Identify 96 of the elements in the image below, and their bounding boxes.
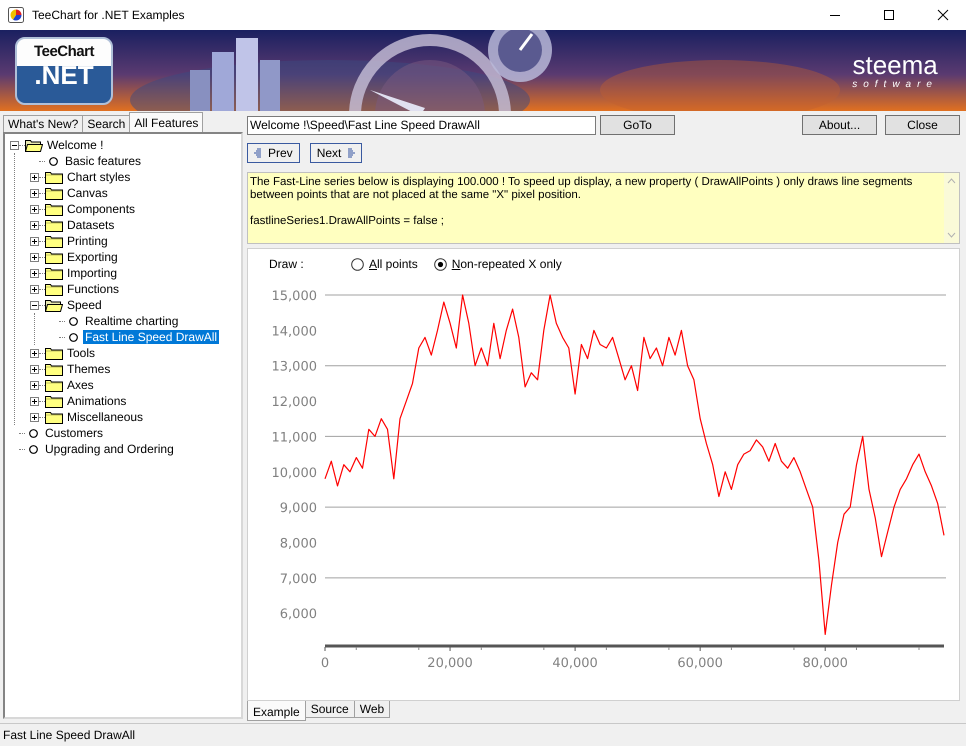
open-folder-icon	[45, 298, 63, 312]
tree-item[interactable]: Axes	[65, 378, 96, 392]
tree-item[interactable]: Basic features	[63, 154, 144, 168]
close-button[interactable]: Close	[885, 115, 960, 135]
folder-icon	[45, 362, 63, 376]
folder-icon	[45, 250, 63, 264]
expand-icon[interactable]	[30, 188, 39, 198]
folder-icon	[45, 186, 63, 200]
circle-icon	[29, 428, 38, 438]
folder-icon	[45, 282, 63, 296]
folder-icon	[45, 218, 63, 232]
circle-icon	[69, 316, 78, 326]
y-tick-label: 6,000	[280, 607, 317, 622]
circle-icon	[49, 156, 58, 166]
y-tick-label: 10,000	[272, 466, 317, 481]
tree-item[interactable]: Printing	[65, 234, 110, 248]
about-button[interactable]: About...	[802, 115, 877, 135]
expand-icon[interactable]	[30, 364, 39, 374]
tree-item[interactable]: Datasets	[65, 218, 116, 232]
app-icon	[8, 7, 24, 23]
close-icon[interactable]	[937, 9, 949, 21]
expand-icon[interactable]	[30, 348, 39, 358]
expand-icon[interactable]	[30, 236, 39, 246]
collapse-icon[interactable]	[30, 300, 39, 310]
folder-icon	[45, 202, 63, 216]
folder-icon	[45, 394, 63, 408]
y-tick-label: 7,000	[280, 572, 317, 587]
x-tick-label: 0	[320, 656, 330, 671]
y-tick-label: 13,000	[272, 360, 317, 375]
tab[interactable]: Example	[247, 701, 306, 721]
description-text: The Fast-Line series below is displaying 100.000 ! To speed up display, a new property ( DrawAllPoints ) only draws line segments between points that are not placed at the same "X" pixel position.	[250, 176, 914, 202]
expand-icon[interactable]	[30, 380, 39, 390]
y-tick-label: 14,000	[272, 324, 317, 340]
goto-button[interactable]: GoTo	[600, 115, 675, 135]
draw-label: Draw :	[269, 257, 305, 271]
open-folder-icon	[25, 138, 43, 152]
tree-item[interactable]: Chart styles	[65, 170, 132, 184]
radio-option[interactable]: All points	[351, 257, 418, 271]
x-tick-label: 40,000	[552, 656, 598, 671]
tree-item[interactable]: Importing	[65, 266, 120, 280]
tree-item[interactable]: Canvas	[65, 186, 110, 200]
logo-text: .NET	[34, 60, 94, 90]
tree-item[interactable]: Miscellaneous	[65, 410, 146, 424]
prev-button[interactable]: Prev	[247, 143, 300, 163]
circle-icon	[29, 444, 38, 454]
x-tick-label: 20,000	[427, 656, 473, 671]
x-tick-label: 60,000	[677, 656, 723, 671]
expand-icon[interactable]	[30, 252, 39, 262]
folder-icon	[45, 410, 63, 424]
window-title: TeeChart for .NET Examples	[32, 8, 185, 22]
y-tick-label: 8,000	[280, 536, 317, 552]
radio-option[interactable]: Non-repeated X only	[434, 257, 562, 271]
next-button[interactable]: Next	[310, 143, 362, 163]
brand-name: steema	[852, 51, 938, 79]
tree-item[interactable]: Speed	[65, 298, 104, 312]
tree-item[interactable]: Components	[65, 202, 138, 216]
tree-item[interactable]: Upgrading and Ordering	[43, 442, 176, 456]
folder-icon	[45, 378, 63, 392]
maximize-icon[interactable]	[883, 9, 895, 21]
folder-icon	[45, 234, 63, 248]
status-text: Fast Line Speed DrawAll	[3, 728, 136, 742]
collapse-icon[interactable]	[10, 140, 19, 150]
tree-item[interactable]: Realtime charting	[83, 314, 180, 328]
expand-icon[interactable]	[30, 220, 39, 230]
path-field[interactable]: Welcome !\Speed\Fast Line Speed DrawAll	[247, 116, 596, 134]
tree-item[interactable]: Functions	[65, 282, 122, 296]
x-tick-label: 80,000	[802, 656, 848, 671]
folder-icon	[45, 266, 63, 280]
logo-text: TeeChart	[34, 42, 94, 60]
tree-item[interactable]: Tools	[65, 346, 98, 360]
y-tick-label: 11,000	[272, 430, 317, 446]
expand-icon[interactable]	[30, 268, 39, 278]
code-line: fastlineSeries1.DrawAllPoints = false ;	[250, 215, 445, 228]
tab[interactable]: Web	[354, 701, 390, 718]
folder-icon	[45, 170, 63, 184]
tree-item[interactable]: Welcome !	[45, 138, 106, 152]
tree-item[interactable]: Themes	[65, 362, 112, 376]
y-tick-label: 9,000	[280, 501, 317, 516]
expand-icon[interactable]	[30, 172, 39, 182]
tree-item[interactable]: Exporting	[65, 250, 120, 264]
tree-item[interactable]: Animations	[65, 394, 128, 408]
expand-icon[interactable]	[30, 412, 39, 422]
brand-tagline: software	[852, 79, 938, 90]
tab[interactable]: All Features	[129, 112, 204, 132]
arrow-left-icon	[254, 148, 262, 158]
y-tick-label: 12,000	[272, 395, 317, 410]
arrow-right-icon	[347, 148, 356, 158]
tree-item[interactable]: Fast Line Speed DrawAll	[83, 330, 220, 344]
expand-icon[interactable]	[30, 204, 39, 214]
expand-icon[interactable]	[30, 284, 39, 294]
y-tick-label: 15,000	[272, 289, 317, 304]
tree-item[interactable]: Customers	[43, 426, 106, 440]
expand-icon[interactable]	[30, 396, 39, 406]
circle-icon	[69, 332, 78, 342]
tab[interactable]: What's New?	[3, 115, 84, 132]
folder-icon	[45, 346, 63, 360]
